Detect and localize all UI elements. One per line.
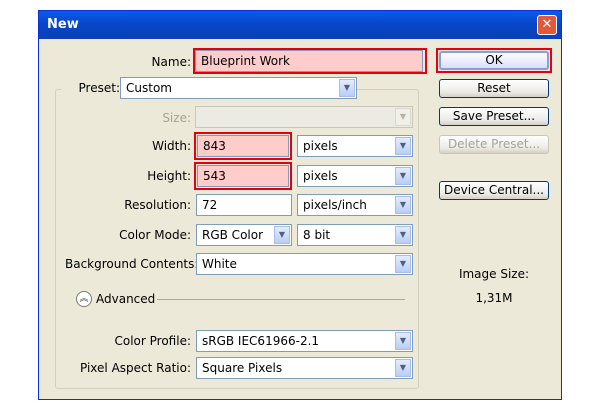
- size-label: Size:: [162, 111, 191, 125]
- chevron-down-icon: ▼: [395, 108, 411, 126]
- save-preset-button[interactable]: Save Preset...: [439, 107, 549, 126]
- chevron-down-icon: ▼: [274, 226, 290, 244]
- bit-depth-value: 8 bit: [303, 228, 331, 242]
- size-select: ▼: [195, 106, 413, 128]
- background-select[interactable]: White ▼: [196, 253, 413, 275]
- device-central-button[interactable]: Device Central...: [439, 181, 549, 200]
- height-label: Height:: [147, 169, 191, 183]
- chevron-down-icon: ▼: [395, 137, 411, 155]
- width-label: Width:: [152, 139, 191, 153]
- image-size-label: Image Size:: [458, 267, 530, 281]
- width-unit-select[interactable]: pixels ▼: [297, 135, 413, 157]
- resolution-input[interactable]: 72: [196, 194, 292, 216]
- preset-label: Preset:: [61, 81, 123, 95]
- close-icon[interactable]: ✕: [537, 15, 557, 35]
- resolution-unit-value: pixels/inch: [303, 198, 367, 212]
- name-label: Name:: [151, 55, 191, 69]
- advanced-divider: [157, 299, 405, 300]
- delete-preset-button: Delete Preset...: [439, 135, 549, 154]
- pixel-aspect-label: Pixel Aspect Ratio:: [80, 361, 191, 375]
- color-mode-select[interactable]: RGB Color ▼: [196, 224, 292, 246]
- chevron-down-icon: ▼: [395, 332, 411, 350]
- color-profile-value: sRGB IEC61966-2.1: [202, 334, 320, 348]
- title-bar: New ✕: [39, 11, 561, 39]
- preset-value: Custom: [126, 81, 172, 95]
- bit-depth-select[interactable]: 8 bit ▼: [297, 224, 413, 246]
- preset-select[interactable]: Custom ▼: [120, 77, 357, 99]
- name-highlight: [193, 48, 427, 74]
- color-profile-label: Color Profile:: [114, 334, 192, 348]
- chevron-down-icon: ▼: [395, 167, 411, 185]
- new-document-dialog: New ✕ Name: Blueprint Work Preset: Custo…: [38, 10, 562, 400]
- width-highlight: [194, 132, 292, 160]
- color-profile-select[interactable]: sRGB IEC61966-2.1 ▼: [196, 330, 413, 352]
- ok-highlight: [436, 48, 552, 73]
- color-mode-value: RGB Color: [202, 228, 264, 242]
- chevron-down-icon: ▼: [339, 79, 355, 97]
- pixel-aspect-value: Square Pixels: [202, 361, 283, 375]
- advanced-label: Advanced: [96, 292, 156, 306]
- collapse-icon[interactable]: ︽: [76, 291, 92, 307]
- height-unit-value: pixels: [303, 169, 338, 183]
- chevron-down-icon: ▼: [395, 255, 411, 273]
- background-label: Background Contents:: [65, 257, 199, 271]
- background-value: White: [202, 257, 237, 271]
- height-highlight: [194, 162, 292, 190]
- resolution-label: Resolution:: [124, 198, 191, 212]
- height-unit-select[interactable]: pixels ▼: [297, 165, 413, 187]
- chevron-down-icon: ▼: [395, 226, 411, 244]
- chevron-down-icon: ▼: [395, 359, 411, 377]
- pixel-aspect-select[interactable]: Square Pixels ▼: [196, 357, 413, 379]
- width-unit-value: pixels: [303, 139, 338, 153]
- color-mode-label: Color Mode:: [119, 228, 191, 242]
- reset-button[interactable]: Reset: [439, 79, 549, 98]
- resolution-unit-select[interactable]: pixels/inch ▼: [297, 194, 413, 216]
- window-title: New: [47, 17, 79, 32]
- chevron-down-icon: ▼: [395, 196, 411, 214]
- image-size-value: 1,31M: [475, 291, 513, 305]
